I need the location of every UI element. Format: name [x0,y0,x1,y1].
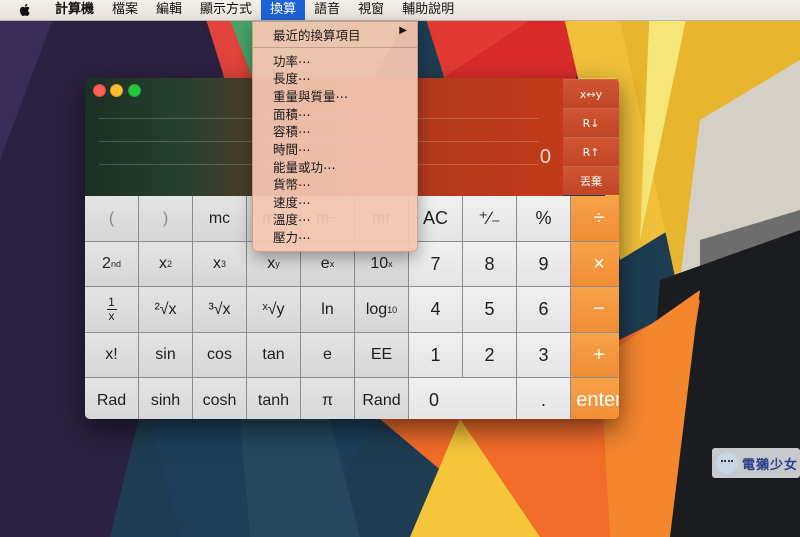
menu-item-temperature[interactable]: 溫度⋯ [273,211,311,228]
menu-help[interactable]: 輔助說明 [393,0,463,20]
menu-convert[interactable]: 換算 [261,0,306,20]
reciprocal-denominator: x [108,309,115,323]
cube-key-sup: 3 [220,259,226,269]
pi-key[interactable]: π [301,378,354,419]
apple-logo-icon[interactable] [17,2,33,18]
decimal-key[interactable]: . [517,378,570,419]
cube-root-key[interactable]: ³√x [193,287,246,332]
cube-key-base: x [212,255,221,272]
eight-key[interactable]: 8 [463,242,516,286]
square-key[interactable]: x2 [139,242,192,286]
watermark-text: 電獺少女 [742,457,799,473]
menu-edit[interactable]: 編輯 [147,0,191,20]
one-key[interactable]: 1 [409,333,462,377]
zoom-button[interactable] [128,84,141,97]
divide-key[interactable]: ÷ [571,196,619,241]
enter-key[interactable]: enter [571,378,619,419]
rad-key[interactable]: Rad [85,378,138,419]
sin-key[interactable]: sin [139,333,192,377]
second-key-label: 2 [102,255,111,272]
zero-key[interactable]: 0 [409,378,516,419]
multiply-key[interactable]: × [571,242,619,286]
five-key[interactable]: 5 [463,287,516,332]
menu-item-volume[interactable]: 容積⋯ [273,123,311,140]
menu-window[interactable]: 視窗 [349,0,393,20]
factorial-key[interactable]: x! [85,333,138,377]
sinh-key[interactable]: sinh [139,378,192,419]
cube-key[interactable]: x3 [193,242,246,286]
square-key-base: x [158,255,167,272]
log-key-base: log [365,300,388,318]
watermark-logo: 電獺少女 [712,448,800,478]
nine-key[interactable]: 9 [517,242,570,286]
exp-key-base: e [320,255,330,272]
e-constant-key[interactable]: e [301,333,354,377]
reciprocal-key[interactable]: 1 x [85,287,138,332]
six-key[interactable]: 6 [517,287,570,332]
minimize-button[interactable] [110,84,123,97]
plus-key[interactable]: + [571,333,619,377]
swap-xy-button[interactable]: x↔y [563,79,619,108]
second-key-sup: nd [110,259,121,269]
menu-item-length[interactable]: 長度⋯ [273,70,311,87]
menu-bar: 計算機 檔案 編輯 顯示方式 換算 語音 視窗 輔助說明 [0,0,800,21]
percent-key[interactable]: % [517,196,570,241]
menu-item-pressure[interactable]: 壓力⋯ [273,229,311,246]
reciprocal-fraction: 1 x [106,295,117,323]
menu-view[interactable]: 顯示方式 [191,0,261,20]
display-value: 0 [539,146,551,168]
ln-key[interactable]: ln [301,287,354,332]
memory-clear-key[interactable]: mc [193,196,246,241]
minus-key[interactable]: − [571,287,619,332]
menu-item-area[interactable]: 面積⋯ [273,106,311,123]
power-key-base: x [267,255,276,272]
menu-calculator[interactable]: 計算機 [46,0,103,20]
plus-minus-key[interactable]: ⁺∕₋ [463,196,516,241]
log10-key[interactable]: log 10 [355,287,408,332]
power-key-sup: y [275,259,280,269]
menu-item-weight-mass[interactable]: 重量與質量⋯ [273,88,348,105]
drop-button[interactable]: 丟棄 [563,166,619,195]
two-key[interactable]: 2 [463,333,516,377]
menu-speech[interactable]: 語音 [305,0,349,20]
ten-power-key-base: 10 [370,255,389,272]
ee-key[interactable]: EE [355,333,408,377]
square-key-sup: 2 [166,259,172,269]
reciprocal-numerator: 1 [108,295,115,309]
cos-key[interactable]: cos [193,333,246,377]
menu-item-power[interactable]: 功率⋯ [273,53,311,70]
roll-down-button[interactable]: R↓ [563,108,619,137]
rand-key[interactable]: Rand [355,378,408,419]
menu-item-recent-conversions[interactable]: 最近的換算項目 [273,25,361,44]
otter-mascot-icon [716,452,738,474]
open-paren-key[interactable]: ( [85,196,138,241]
tan-key[interactable]: tan [247,333,300,377]
close-paren-key[interactable]: ) [139,196,192,241]
log-key-sub: 10 [387,304,398,315]
menu-file[interactable]: 檔案 [103,0,147,20]
convert-dropdown-menu: 最近的換算項目 ▶ 功率⋯ 長度⋯ 重量與質量⋯ 面積⋯ 容積⋯ 時間⋯ 能量或… [252,21,418,252]
menu-item-energy-work[interactable]: 能量或功⋯ [273,159,336,176]
exp-key-sup: x [329,259,335,269]
menu-item-speed[interactable]: 速度⋯ [273,194,311,211]
tanh-key[interactable]: tanh [247,378,300,419]
three-key[interactable]: 3 [517,333,570,377]
four-key[interactable]: 4 [409,287,462,332]
menu-item-currency[interactable]: 貨幣⋯ [273,176,311,193]
nth-root-key[interactable]: ˣ√y [247,287,300,332]
cosh-key[interactable]: cosh [193,378,246,419]
menu-item-time[interactable]: 時間⋯ [273,141,311,158]
roll-up-button[interactable]: R↑ [563,137,619,166]
close-button[interactable] [93,84,106,97]
ten-power-key-sup: x [388,259,393,269]
menu-separator [253,47,417,48]
submenu-arrow-icon: ▶ [399,25,407,36]
square-root-key[interactable]: ²√x [139,287,192,332]
second-function-key[interactable]: 2nd [85,242,138,286]
rpn-stack-controls: x↔y R↓ R↑ 丟棄 [563,78,619,196]
